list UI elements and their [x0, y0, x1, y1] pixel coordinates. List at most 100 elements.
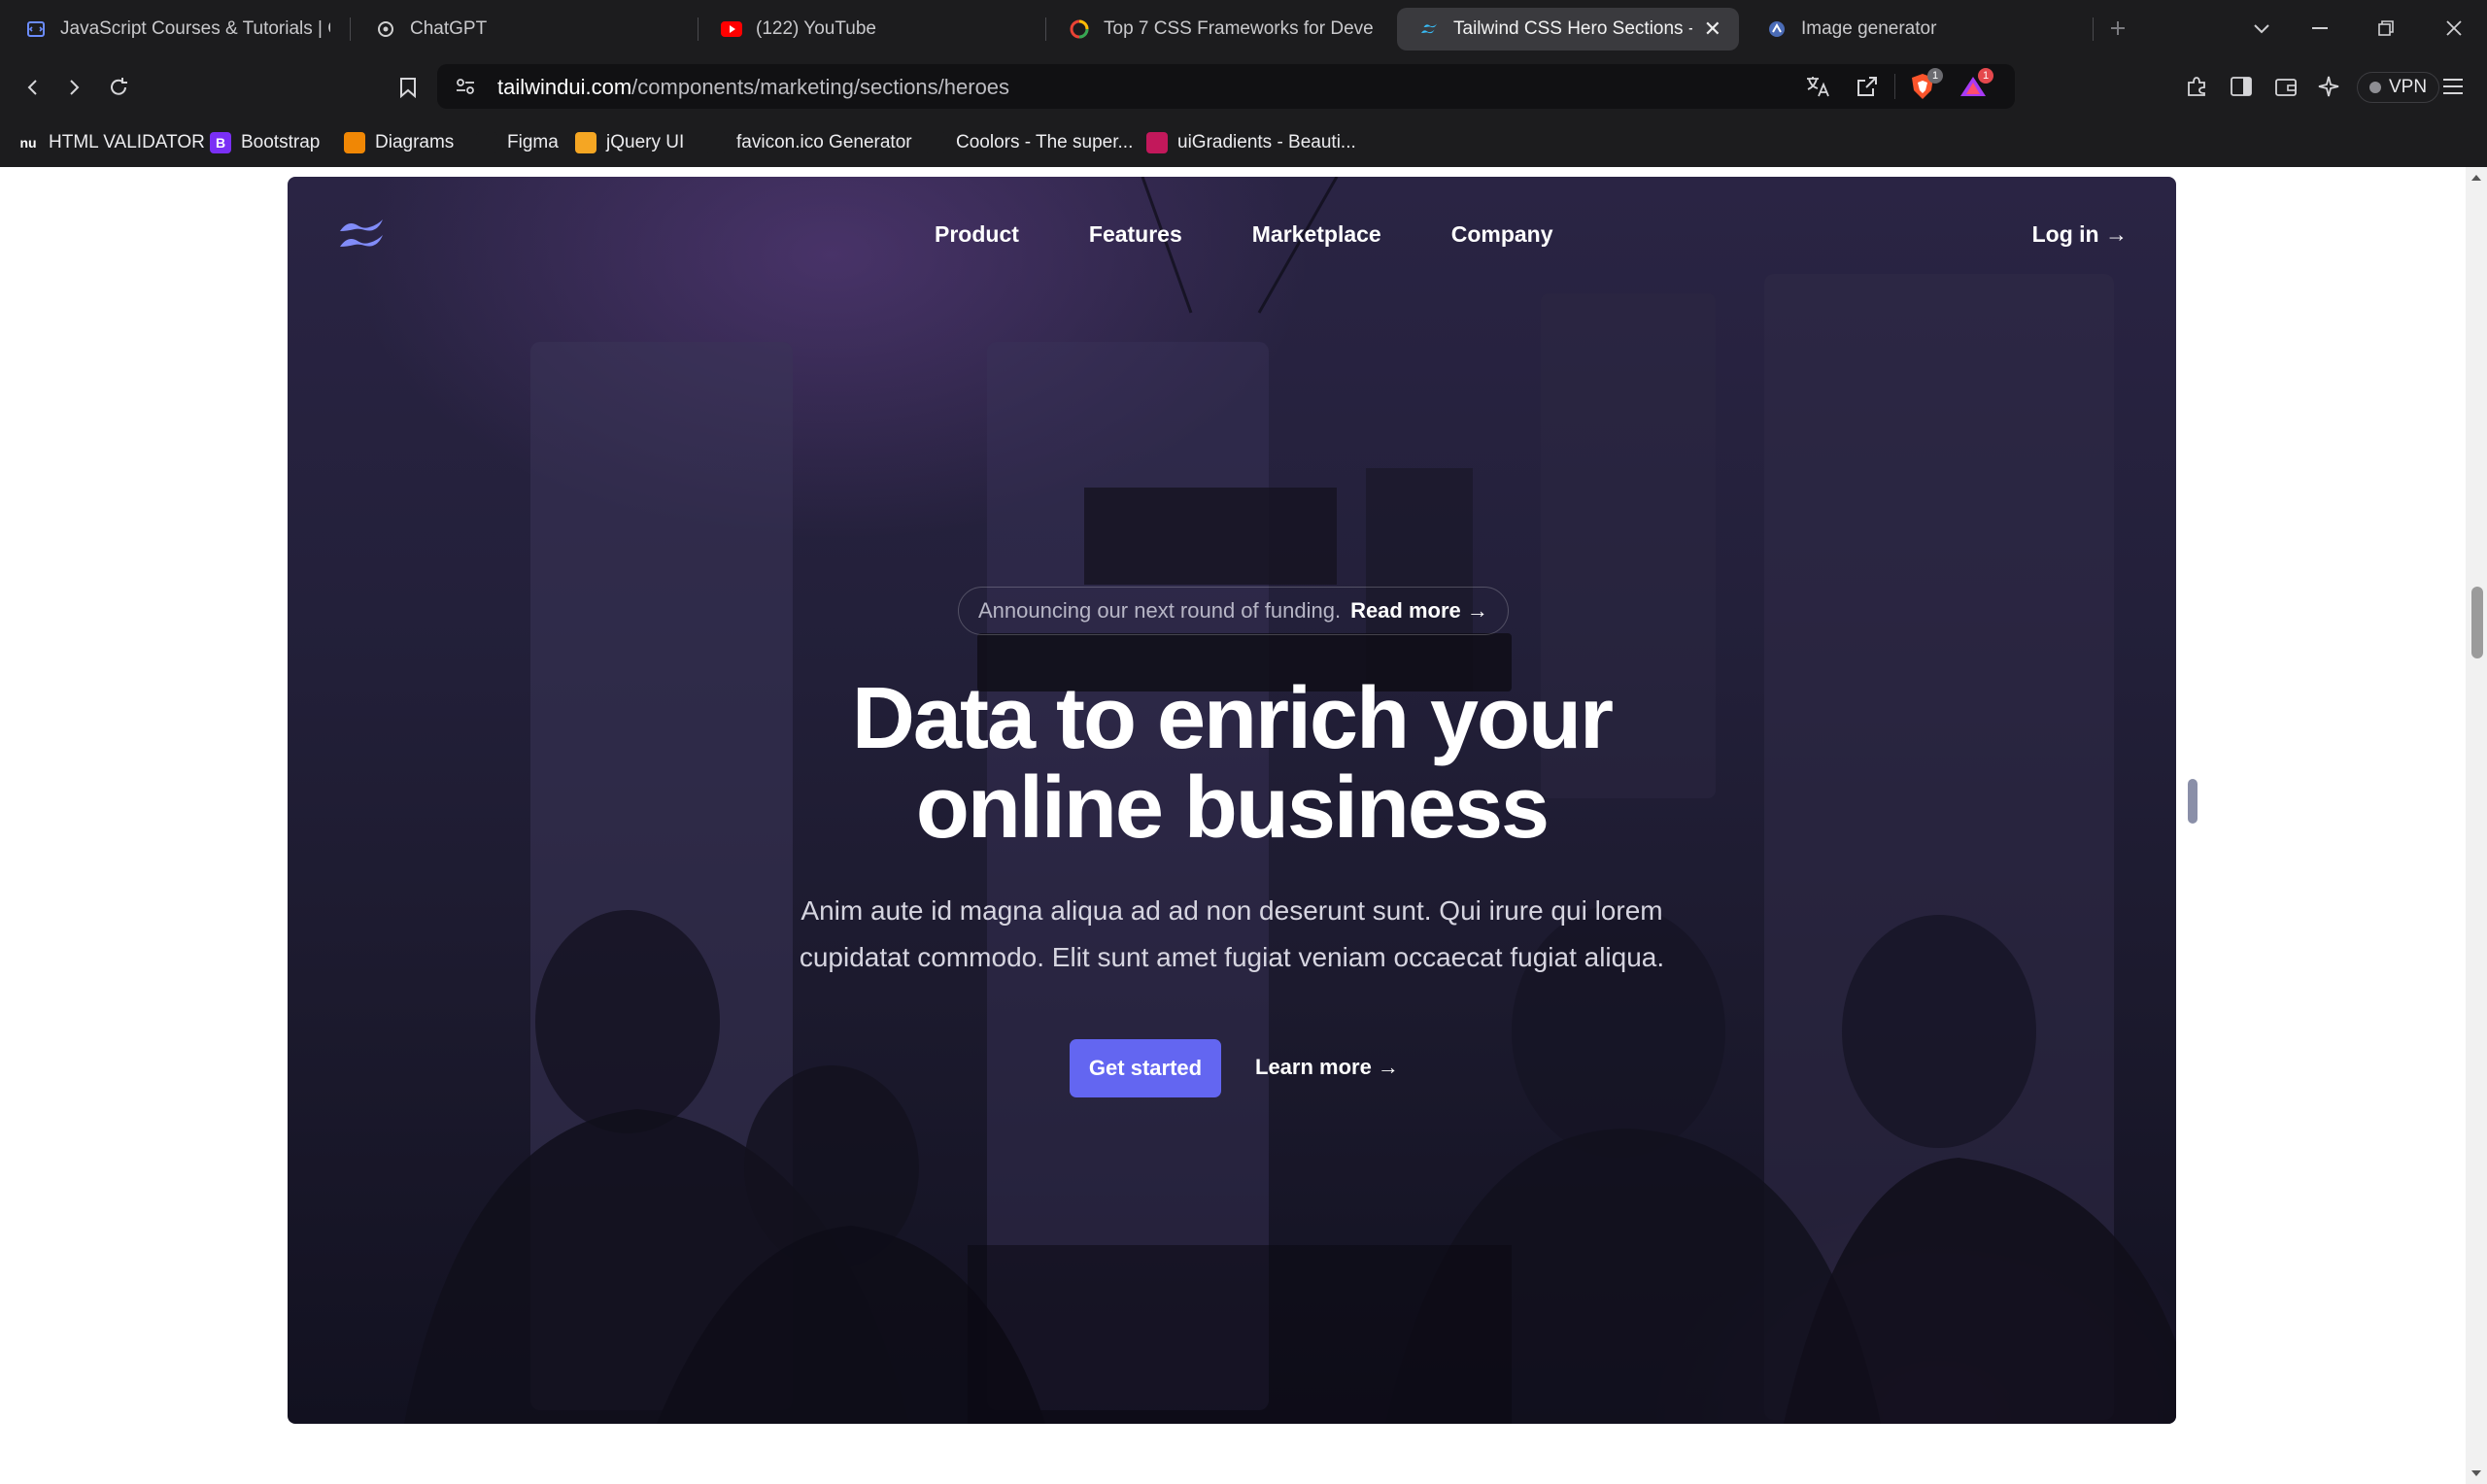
vpn-status-icon [2369, 82, 2381, 93]
forward-arrow-icon[interactable] [54, 68, 93, 107]
bookmark-label: jQuery UI [606, 132, 685, 152]
tab-title: JavaScript Courses & Tutorials | Cod [60, 18, 330, 39]
tab-separator [1045, 17, 1046, 41]
bookmark-item[interactable]: nu HTML VALIDATOR [17, 130, 205, 155]
announcement-pill: Announcing our next round of funding. Re… [958, 587, 1509, 635]
url-text[interactable]: tailwindui.com/components/marketing/sect… [497, 75, 1009, 100]
wallet-icon[interactable] [2269, 70, 2302, 103]
headline-line-1: Data to enrich your [851, 670, 1614, 767]
site-settings-icon[interactable] [455, 76, 476, 102]
bookmark-label: Bootstrap [241, 132, 321, 152]
tab-title: Top 7 CSS Frameworks for Develope [1104, 18, 1374, 39]
learn-more-link[interactable]: Learn more → [1255, 1055, 1399, 1080]
extensions-icon[interactable] [2180, 70, 2213, 103]
bookmark-label: uiGradients - Beauti... [1177, 132, 1356, 152]
brave-shields-icon[interactable]: 1 [1906, 68, 1943, 103]
nu-icon: nu [17, 132, 39, 153]
diagrams-icon [344, 132, 365, 153]
image-generator-icon [1766, 18, 1788, 40]
tab-css-frameworks[interactable]: Top 7 CSS Frameworks for Develope [1047, 8, 1391, 51]
tab-javascript-courses[interactable]: JavaScript Courses & Tutorials | Cod [4, 8, 348, 51]
bookmark-item[interactable]: uiGradients - Beauti... [1146, 130, 1356, 155]
nav-link-features[interactable]: Features [1089, 221, 1182, 248]
bookmark-label: Figma [507, 132, 559, 152]
url-host: tailwindui.com [497, 75, 632, 99]
coolors-icon [925, 132, 946, 153]
translate-icon[interactable] [1805, 75, 1830, 103]
tab-youtube[interactable]: (122) YouTube [699, 8, 1043, 51]
favicon-generator-icon [705, 132, 727, 153]
tab-list-chevron-icon[interactable] [2240, 10, 2283, 47]
page-scrollbar[interactable] [2466, 167, 2487, 1484]
figma-icon [476, 132, 497, 153]
bookmark-label: Coolors - The super... [956, 132, 1134, 152]
code-icon [25, 18, 47, 40]
shields-count-badge: 1 [1927, 68, 1943, 84]
tab-chatgpt[interactable]: ChatGPT [354, 8, 698, 51]
bookmark-item[interactable]: favicon.ico Generator [705, 130, 912, 155]
minimize-icon[interactable] [2299, 10, 2341, 47]
bookmark-item[interactable]: Diagrams [344, 130, 454, 155]
vpn-button[interactable]: VPN [2357, 72, 2440, 103]
tab-title: ChatGPT [410, 18, 488, 39]
tab-title: Image generator [1801, 18, 1937, 39]
bookmark-item[interactable]: jQuery UI [575, 130, 684, 155]
login-link[interactable]: Log in → [2032, 221, 2128, 248]
get-started-button[interactable]: Get started [1070, 1039, 1221, 1097]
tailwind-icon [1418, 18, 1440, 40]
bookmarks-bar: nu HTML VALIDATOR B Bootstrap Diagrams Figma j… [0, 117, 2487, 167]
address-toolbar: tailwindui.com/components/marketing/sect… [0, 56, 2487, 117]
nav-link-product[interactable]: Product [935, 221, 1019, 248]
bookmark-item[interactable]: Coolors - The super... [925, 130, 1133, 155]
back-arrow-icon[interactable] [14, 68, 52, 107]
page-viewport: Product Features Marketplace Company Log in… [0, 167, 2466, 1484]
read-more-link[interactable]: Read more → [1350, 598, 1488, 624]
tab-title: Tailwind CSS Hero Sections - Of [1453, 18, 1692, 39]
browser-chrome: JavaScript Courses & Tutorials | Cod Cha… [0, 0, 2487, 167]
bookmark-item[interactable]: Figma [476, 130, 559, 155]
scroll-up-arrow-icon[interactable] [2471, 175, 2481, 181]
scrollbar-thumb[interactable] [2471, 587, 2483, 658]
hero-navbar: Product Features Marketplace Company Log in… [288, 177, 2176, 293]
url-path: /components/marketing/sections/heroes [631, 75, 1010, 99]
openai-icon [375, 18, 396, 40]
headline-line-2: online business [915, 759, 1550, 857]
nav-link-company[interactable]: Company [1451, 221, 1553, 248]
nav-link-marketplace[interactable]: Marketplace [1252, 221, 1381, 248]
announcement-text: Announcing our next round of funding. [978, 598, 1342, 623]
hero-nav-links: Product Features Marketplace Company [935, 221, 1553, 248]
leo-ai-icon[interactable] [2312, 70, 2345, 103]
tailwind-logo-icon[interactable] [334, 216, 389, 254]
uigradients-icon [1146, 132, 1168, 153]
sidebar-toggle-icon[interactable] [2225, 70, 2258, 103]
bookmark-label: HTML VALIDATOR [49, 132, 205, 152]
bookmark-item[interactable]: B Bootstrap [210, 130, 320, 155]
restore-icon[interactable] [2365, 10, 2407, 47]
tab-strip: JavaScript Courses & Tutorials | Cod Cha… [0, 0, 2487, 56]
reload-icon[interactable] [99, 68, 138, 107]
hero-section: Product Features Marketplace Company Log in… [288, 177, 2176, 1424]
tab-title: (122) YouTube [756, 18, 876, 39]
address-bar[interactable]: tailwindui.com/components/marketing/sect… [437, 64, 2015, 109]
vpn-label: VPN [2389, 77, 2428, 97]
youtube-icon [721, 18, 742, 40]
scroll-down-arrow-icon[interactable] [2471, 1470, 2481, 1476]
bookmark-label: favicon.ico Generator [736, 132, 912, 152]
close-window-icon[interactable] [2433, 10, 2475, 47]
new-tab-icon[interactable] [2096, 10, 2139, 47]
tab-image-generator[interactable]: Image generator [1745, 8, 2089, 51]
menu-icon[interactable] [2436, 70, 2470, 103]
tab-separator [350, 17, 351, 41]
tab-tailwind-heroes[interactable]: Tailwind CSS Hero Sections - Of ✕ [1397, 8, 1739, 51]
close-tab-icon[interactable]: ✕ [1704, 17, 1721, 42]
bookmark-label: Diagrams [375, 132, 455, 152]
hero-headline: Data to enrich your online business [288, 674, 2176, 853]
inner-scroll-indicator[interactable] [2188, 779, 2197, 824]
bookmark-icon[interactable] [389, 68, 427, 107]
google-icon [1069, 18, 1090, 40]
tab-separator [2093, 17, 2094, 41]
brave-rewards-icon[interactable]: 1 [1957, 68, 1993, 103]
jquery-icon [575, 132, 596, 153]
share-icon[interactable] [1856, 75, 1879, 103]
hero-subtext: Anim aute id magna aliqua ad ad non dese… [799, 895, 1665, 972]
